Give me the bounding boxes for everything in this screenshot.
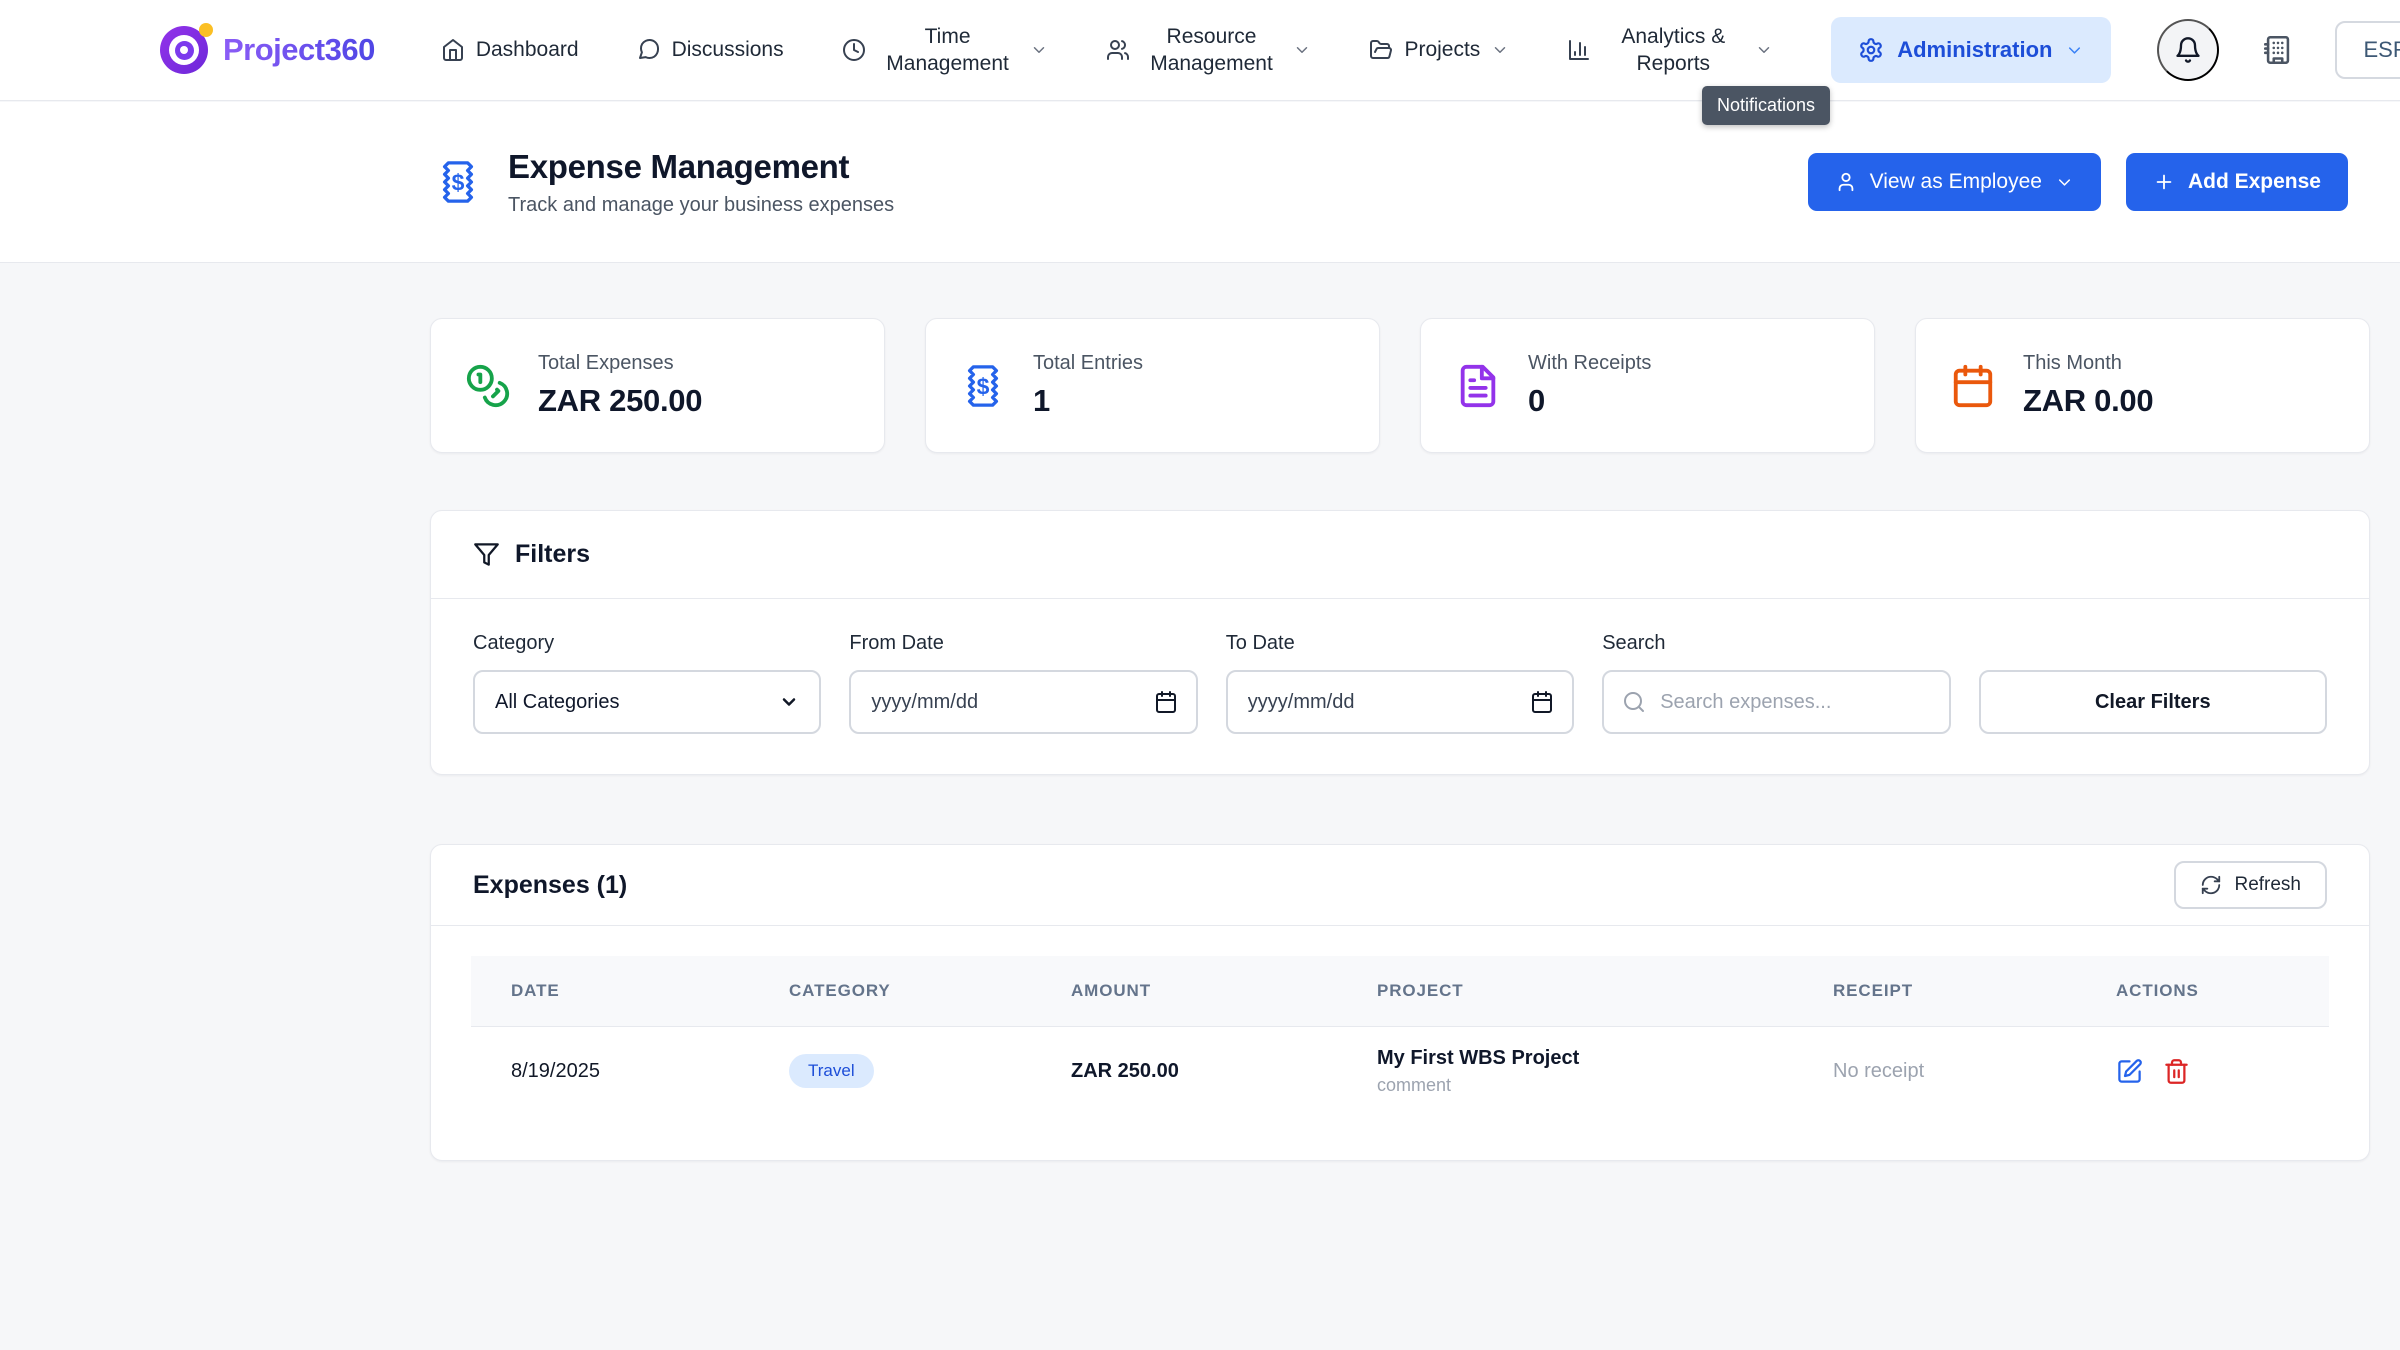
add-expense-button[interactable]: Add Expense [2126,153,2348,211]
select-caret-icon [779,692,799,712]
svg-text:$: $ [977,373,990,399]
refresh-button[interactable]: Refresh [2174,861,2327,909]
search-icon [1622,690,1646,714]
column-header-actions: ACTIONS [2076,956,2329,1026]
edit-pencil-icon [2116,1058,2143,1085]
filters-panel: Filters Category All Categories From Dat… [430,510,2370,775]
receipt-dollar-icon: $ [435,159,481,205]
plus-icon [2153,171,2175,193]
notifications-tooltip: Notifications [1702,86,1830,125]
chevron-down-icon [1755,41,1773,59]
bell-icon [2174,36,2202,64]
stat-card-with-receipts: With Receipts 0 [1420,318,1875,453]
account-selector[interactable]: ESRI T [2335,21,2400,79]
main-nav: Dashboard Discussions Time Management Re… [441,17,2112,83]
nav-item-resource-management[interactable]: Resource Management [1106,23,1312,78]
category-badge: Travel [789,1054,874,1088]
calendar-icon[interactable] [1530,690,1554,714]
file-text-icon [1455,363,1501,409]
bar-chart-icon [1567,38,1591,62]
users-icon [1106,38,1130,62]
expense-amount: ZAR 250.00 [1031,1026,1337,1116]
column-header-category: CATEGORY [749,956,1031,1026]
nav-right-cluster: ESRI T [2111,19,2400,81]
view-as-employee-button[interactable]: View as Employee [1808,153,2101,211]
gear-icon [1858,37,1884,63]
to-date-input[interactable] [1228,672,1572,732]
page-subtitle: Track and manage your business expenses [508,194,894,217]
nav-item-administration[interactable]: Administration [1831,17,2111,83]
search-input[interactable] [1604,672,1948,732]
chevron-down-icon [2065,41,2084,60]
to-date-label: To Date [1226,632,1574,655]
expenses-title: Expenses (1) [473,871,627,900]
stat-card-total-entries: $ Total Entries 1 [925,318,1380,453]
category-select[interactable]: All Categories [473,670,821,734]
chevron-down-icon [1293,41,1311,59]
organization-button[interactable] [2261,33,2295,67]
folder-icon [1369,38,1393,62]
logo-notification-dot [199,23,213,37]
expense-date: 8/19/2025 [471,1026,749,1116]
nav-item-discussions[interactable]: Discussions [637,38,784,62]
chevron-down-icon [1491,41,1509,59]
expense-receipt-status: No receipt [1793,1026,2076,1116]
edit-expense-button[interactable] [2116,1058,2143,1085]
from-date-label: From Date [849,632,1197,655]
stats-row: Total Expenses ZAR 250.00 $ Total Entrie… [430,318,2370,453]
expense-row: 8/19/2025 Travel ZAR 250.00 My First WBS… [471,1026,2329,1116]
page-title: Expense Management [508,148,894,186]
column-header-date: DATE [471,956,749,1026]
delete-expense-button[interactable] [2163,1058,2190,1085]
calendar-icon [1950,363,1996,409]
stat-card-total-expenses: Total Expenses ZAR 250.00 [430,318,885,453]
filter-funnel-icon [473,541,500,568]
nav-item-analytics-reports[interactable]: Analytics & Reports [1567,23,1773,78]
user-icon [1835,171,1857,193]
chat-bubble-icon [637,38,661,62]
notifications-button[interactable] [2157,19,2219,81]
page-header: $ Expense Management Track and manage yo… [0,102,2400,263]
chevron-down-icon [1030,41,1048,59]
refresh-icon [2200,874,2222,896]
nav-item-projects[interactable]: Projects [1369,38,1509,62]
coins-icon [465,363,511,409]
trash-icon [2163,1058,2190,1085]
column-header-amount: AMOUNT [1031,956,1337,1026]
expense-project: My First WBS Project [1377,1047,1793,1070]
chevron-down-icon [2055,173,2074,192]
project360-logo-icon [160,26,208,74]
home-icon [441,38,465,62]
clear-filters-button[interactable]: Clear Filters [1979,670,2327,734]
category-field: Category All Categories [473,632,821,734]
expenses-table: DATE CATEGORY AMOUNT PROJECT RECEIPT ACT… [471,956,2329,1116]
building-icon [2261,33,2295,67]
stat-card-this-month: This Month ZAR 0.00 [1915,318,2370,453]
category-label: Category [473,632,821,655]
nav-item-dashboard[interactable]: Dashboard [441,38,579,62]
receipt-dollar-icon: $ [960,363,1006,409]
main-content: Total Expenses ZAR 250.00 $ Total Entrie… [430,263,2370,1161]
brand-name: Project360 [223,32,375,68]
expenses-panel: Expenses (1) Refresh DATE CATEGORY AMOUN… [430,844,2370,1161]
top-navigation-bar: Project360 Dashboard Discussions Time Ma… [0,0,2400,101]
nav-item-time-management[interactable]: Time Management [842,23,1048,78]
brand[interactable]: Project360 [160,26,375,74]
to-date-field: To Date [1226,632,1574,734]
calendar-icon[interactable] [1154,690,1178,714]
expense-project-note: comment [1377,1075,1793,1096]
from-date-field: From Date [849,632,1197,734]
column-header-receipt: RECEIPT [1793,956,2076,1026]
table-header-row: DATE CATEGORY AMOUNT PROJECT RECEIPT ACT… [471,956,2329,1026]
clock-icon [842,38,866,62]
search-field: Search [1602,632,1950,734]
filters-title: Filters [515,540,590,569]
column-header-project: PROJECT [1337,956,1793,1026]
svg-text:$: $ [452,170,465,196]
from-date-input[interactable] [851,672,1195,732]
search-label: Search [1602,632,1950,655]
